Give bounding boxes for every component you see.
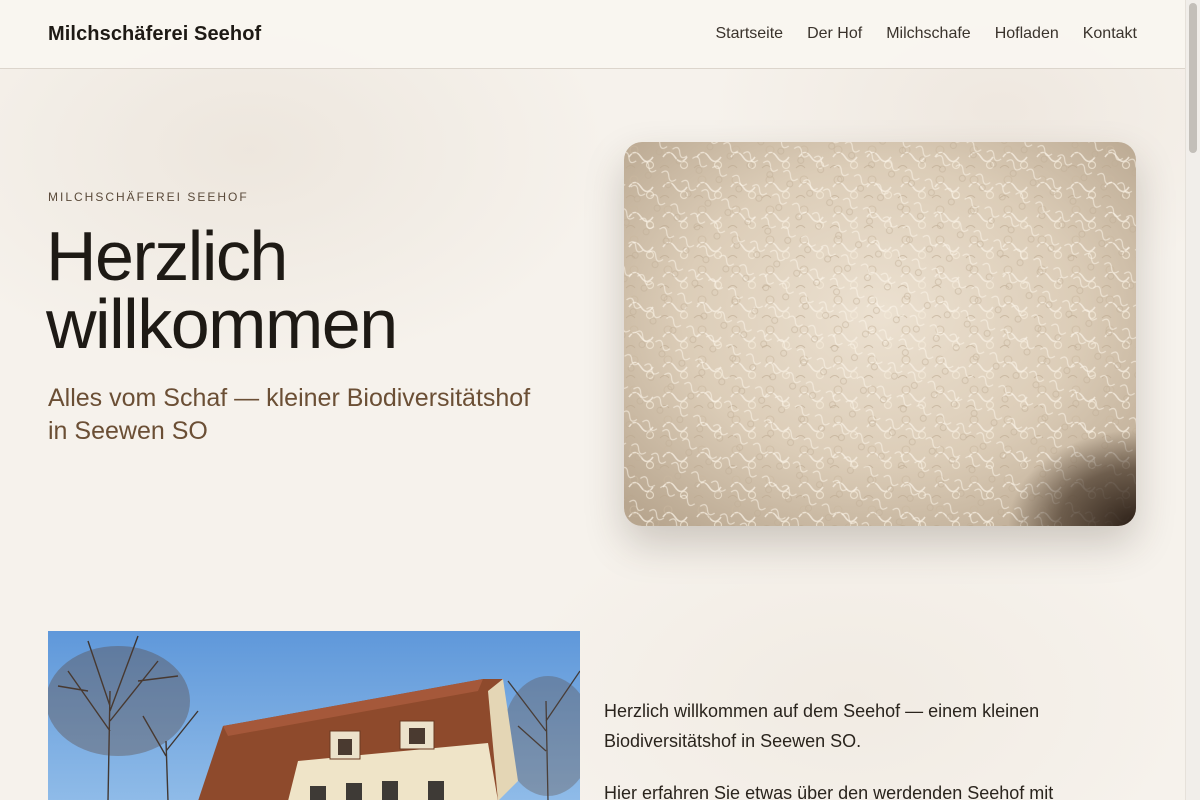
main-nav: Startseite Der Hof Milchschafe Hofladen … — [715, 25, 1137, 43]
intro-paragraph-2: Hier erfahren Sie etwas über den werdend… — [604, 783, 1054, 800]
nav-kontakt[interactable]: Kontakt — [1083, 25, 1137, 43]
page-scrollbar[interactable] — [1185, 0, 1200, 800]
hero-title-line1: Herzlich — [46, 217, 288, 295]
nav-hofladen[interactable]: Hofladen — [995, 25, 1059, 43]
hero-eyebrow: MILCHSCHÄFEREI SEEHOF — [48, 190, 249, 204]
intro-text: Herzlich willkommen auf dem Seehof — ein… — [604, 696, 1074, 800]
site-brand[interactable]: Milchschäferei Seehof — [48, 23, 261, 46]
hero-title: Herzlich willkommen — [46, 221, 566, 359]
hero-title-line2: willkommen — [46, 285, 398, 363]
nav-startseite[interactable]: Startseite — [715, 25, 783, 43]
farmhouse-photo — [48, 631, 580, 800]
wool-photo — [624, 142, 1136, 526]
site-header: Milchschäferei Seehof Startseite Der Hof… — [0, 0, 1185, 69]
nav-der-hof[interactable]: Der Hof — [807, 25, 862, 43]
scrollbar-thumb[interactable] — [1189, 3, 1197, 153]
hero-subtitle: Alles vom Schaf — kleiner Biodiversitäts… — [48, 384, 531, 445]
nav-milchschafe[interactable]: Milchschafe — [886, 25, 970, 43]
intro-paragraph-1: Herzlich willkommen auf dem Seehof — ein… — [604, 701, 1040, 751]
